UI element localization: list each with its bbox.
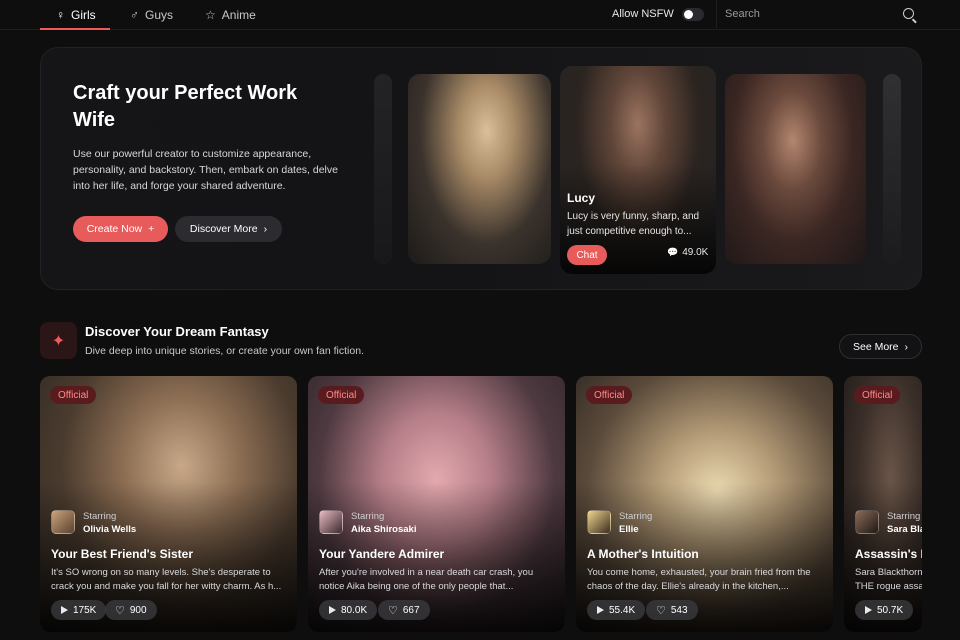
nsfw-label: Allow NSFW bbox=[612, 8, 674, 20]
see-more-button[interactable]: See More › bbox=[839, 334, 922, 359]
plays-count: 80.0K bbox=[319, 600, 378, 620]
search-input[interactable] bbox=[725, 8, 895, 20]
card-description: You come home, exhausted, your brain fri… bbox=[587, 567, 811, 592]
heart-icon: ♡ bbox=[115, 604, 125, 617]
featured-name: Lucy bbox=[567, 191, 596, 205]
discover-more-label: Discover More bbox=[189, 223, 258, 235]
play-icon bbox=[865, 606, 872, 614]
tab-anime[interactable]: ☆ Anime bbox=[205, 0, 256, 30]
card-title: Your Yandere Admirer bbox=[319, 547, 445, 561]
carousel-photo-lucy[interactable] bbox=[560, 66, 716, 274]
likes-value: 900 bbox=[129, 604, 147, 616]
top-navigation: ♀ Girls ♂ Guys ☆ Anime Allow NSFW bbox=[0, 0, 960, 30]
card-title: Your Best Friend's Sister bbox=[51, 547, 194, 561]
plays-count: 175K bbox=[51, 600, 107, 620]
starring-label: Starring bbox=[351, 511, 385, 522]
tab-girls[interactable]: ♀ Girls bbox=[56, 0, 96, 30]
plays-value: 175K bbox=[73, 604, 97, 616]
actor-name: Olivia Wells bbox=[83, 524, 137, 535]
plays-value: 80.0K bbox=[341, 604, 368, 616]
avatar bbox=[587, 510, 611, 534]
heart-icon: ♡ bbox=[388, 604, 398, 617]
search-icon[interactable] bbox=[903, 8, 914, 19]
heart-icon: ♡ bbox=[656, 604, 666, 617]
play-icon bbox=[329, 606, 336, 614]
starring-label: Starring bbox=[619, 511, 653, 522]
plays-value: 50.7K bbox=[877, 604, 904, 616]
carousel-photo-blonde[interactable] bbox=[408, 74, 551, 264]
card-title: A Mother's Intuition bbox=[587, 547, 699, 561]
chat-bubble-icon: 💬 bbox=[667, 247, 679, 257]
official-badge: Official bbox=[586, 386, 633, 404]
avatar bbox=[855, 510, 879, 534]
story-card[interactable]: Official Starring Ellie A Mother's Intui… bbox=[576, 376, 833, 632]
carousel-photo-prev[interactable] bbox=[374, 74, 392, 264]
carousel-photo-brunette[interactable] bbox=[725, 74, 866, 264]
featured-description: Lucy is very funny, sharp, and just comp… bbox=[567, 211, 700, 237]
tab-label: Girls bbox=[71, 8, 96, 22]
official-badge: Official bbox=[318, 386, 365, 404]
tab-label: Guys bbox=[145, 8, 174, 22]
nsfw-setting: Allow NSFW bbox=[612, 0, 704, 28]
actor-name: Aika Shirosaki bbox=[351, 524, 417, 535]
avatar bbox=[319, 510, 343, 534]
search-bar bbox=[716, 0, 922, 28]
nsfw-toggle[interactable] bbox=[681, 7, 704, 21]
discover-more-button[interactable]: Discover More › bbox=[175, 216, 282, 242]
likes-button[interactable]: ♡ 900 bbox=[105, 600, 157, 620]
plus-icon: + bbox=[148, 223, 155, 235]
chat-count: 💬 49.0K bbox=[667, 247, 708, 258]
starring-label: Starring bbox=[83, 511, 117, 522]
story-card[interactable]: Official Starring Aika Shirosaki Your Ya… bbox=[308, 376, 565, 632]
star-icon: ☆ bbox=[205, 8, 216, 22]
chevron-right-icon: › bbox=[904, 340, 909, 353]
tab-guys[interactable]: ♂ Guys bbox=[130, 0, 173, 30]
story-card[interactable]: Official Starring Sara Bla Assassin's N … bbox=[844, 376, 922, 632]
card-description: After you're involved in a near death ca… bbox=[319, 567, 534, 592]
card-description: Sara Blackthorn THE rogue assa bbox=[855, 567, 922, 592]
section-subtitle: Dive deep into unique stories, or create… bbox=[85, 345, 364, 357]
hero-description: Use our powerful creator to customize ap… bbox=[73, 148, 338, 192]
play-icon bbox=[61, 606, 68, 614]
plays-count: 50.7K bbox=[855, 600, 914, 620]
sparkle-icon: ✦ bbox=[40, 322, 77, 359]
see-more-label: See More bbox=[852, 340, 899, 353]
create-now-button[interactable]: Create Now + bbox=[73, 216, 168, 242]
official-badge: Official bbox=[854, 386, 901, 404]
chat-count-value: 49.0K bbox=[682, 247, 709, 258]
section-title: Discover Your Dream Fantasy bbox=[85, 324, 269, 339]
plays-value: 55.4K bbox=[609, 604, 636, 616]
starring-label: Starring bbox=[887, 511, 921, 522]
likes-value: 667 bbox=[402, 604, 420, 616]
story-card[interactable]: Official Starring Olivia Wells Your Best… bbox=[40, 376, 297, 632]
actor-name: Ellie bbox=[619, 524, 639, 535]
chat-button[interactable]: Chat bbox=[567, 245, 607, 265]
female-icon: ♀ bbox=[56, 8, 65, 22]
chevron-right-icon: › bbox=[263, 223, 268, 235]
hero-title: Craft your Perfect Work Wife bbox=[73, 82, 298, 131]
hero-banner: Craft your Perfect Work Wife Use our pow… bbox=[40, 47, 922, 290]
male-icon: ♂ bbox=[130, 8, 139, 22]
plays-count: 55.4K bbox=[587, 600, 646, 620]
avatar bbox=[51, 510, 75, 534]
active-tab-indicator bbox=[40, 28, 110, 30]
tab-label: Anime bbox=[221, 8, 256, 22]
card-description: It's SO wrong on so many levels. She's d… bbox=[51, 567, 282, 592]
create-now-label: Create Now bbox=[86, 223, 143, 235]
carousel-photo-next[interactable] bbox=[883, 74, 901, 264]
official-badge: Official bbox=[50, 386, 97, 404]
actor-name: Sara Bla bbox=[887, 524, 922, 535]
likes-button[interactable]: ♡ 667 bbox=[378, 600, 430, 620]
play-icon bbox=[597, 606, 604, 614]
likes-value: 543 bbox=[670, 604, 688, 616]
likes-button[interactable]: ♡ 543 bbox=[646, 600, 698, 620]
card-title: Assassin's N bbox=[855, 547, 922, 561]
